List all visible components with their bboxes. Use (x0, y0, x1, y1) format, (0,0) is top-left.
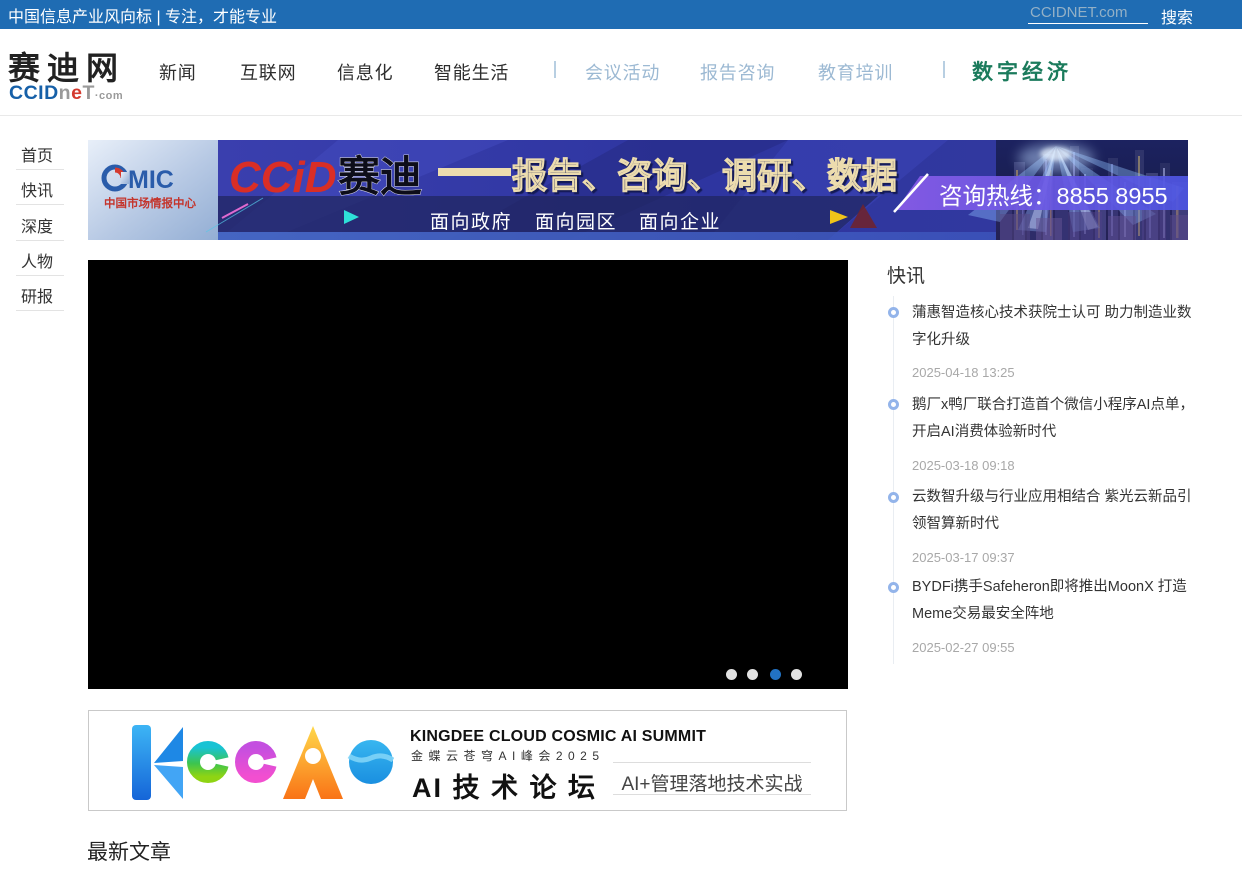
svg-text:中国市场情报中心: 中国市场情报中心 (104, 196, 196, 210)
svg-text:咨询热线：8855 8955: 咨询热线：8855 8955 (939, 183, 1168, 209)
svg-text:报告、咨询、调研、数据: 报告、咨询、调研、数据 (512, 157, 897, 196)
svg-text:面向园区: 面向园区 (535, 211, 617, 233)
svg-text:CCiD: CCiD (229, 153, 337, 202)
svg-text:MIC: MIC (128, 166, 174, 194)
svg-text:面向政府: 面向政府 (430, 211, 512, 233)
svg-text:面向企业: 面向企业 (639, 211, 721, 233)
svg-text:赛迪: 赛迪 (338, 153, 422, 200)
